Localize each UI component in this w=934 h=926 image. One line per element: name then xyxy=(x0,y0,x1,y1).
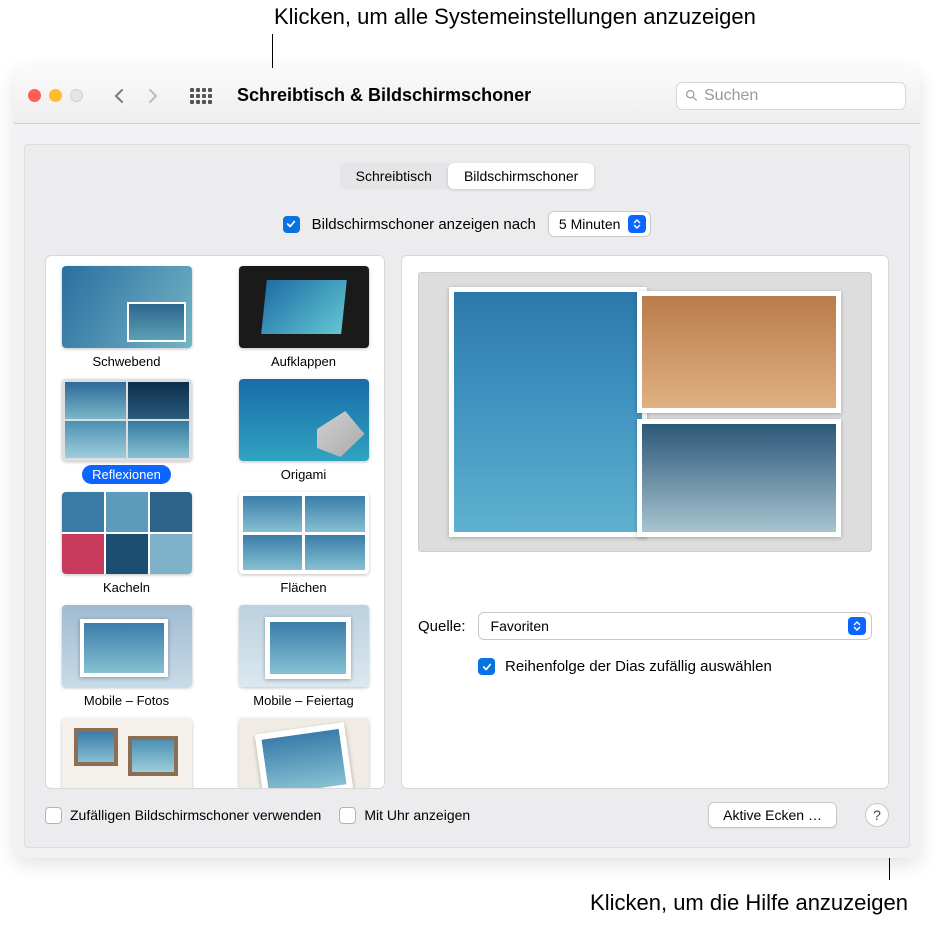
check-icon xyxy=(482,662,492,672)
nav-buttons xyxy=(105,80,167,112)
show-after-value: 5 Minuten xyxy=(559,216,620,232)
window-traffic-lights xyxy=(28,89,83,102)
random-saver-label: Zufälligen Bildschirmschoner verwenden xyxy=(70,807,321,823)
screensaver-list[interactable]: Schwebend Aufklappen Reflexionen Origami xyxy=(45,255,385,789)
screensaver-preview[interactable] xyxy=(418,272,872,552)
thumb-art xyxy=(239,266,369,348)
preview-photo xyxy=(449,287,647,537)
source-row: Quelle: Favoriten xyxy=(418,612,872,640)
tab-screensaver[interactable]: Bildschirmschoner xyxy=(448,163,594,189)
titlebar: Schreibtisch & Bildschirmschoner Suchen xyxy=(14,68,920,124)
thumb-label: Reflexionen xyxy=(82,465,171,484)
screensaver-item-reflexionen[interactable]: Reflexionen xyxy=(54,379,199,484)
body: Schwebend Aufklappen Reflexionen Origami xyxy=(45,255,889,789)
thumb-label: Aufklappen xyxy=(261,352,346,371)
screensaver-item-mobile-feiertag[interactable]: Mobile – Feiertag xyxy=(231,605,376,710)
random-order-label: Reihenfolge der Dias zufällig auswählen xyxy=(505,658,772,675)
screensaver-item-flaechen[interactable]: Flächen xyxy=(231,492,376,597)
close-button[interactable] xyxy=(28,89,41,102)
show-after-label: Bildschirmschoner anzeigen nach xyxy=(312,216,536,233)
callout-top: Klicken, um alle Systemeinstellungen anz… xyxy=(274,4,756,30)
screensaver-item-aufklappen[interactable]: Aufklappen xyxy=(231,266,376,371)
zoom-button[interactable] xyxy=(70,89,83,102)
preview-panel: Quelle: Favoriten Reihenfolge der Dias z… xyxy=(401,255,889,789)
tab-desktop[interactable]: Schreibtisch xyxy=(340,163,448,189)
thumb-label: Mobile – Feiertag xyxy=(243,691,363,710)
check-icon xyxy=(286,219,296,229)
thumb-art xyxy=(62,492,192,574)
thumb-art xyxy=(239,379,369,461)
screensaver-item-kacheln[interactable]: Kacheln xyxy=(54,492,199,597)
source-value: Favoriten xyxy=(491,618,549,634)
search-placeholder: Suchen xyxy=(704,87,758,105)
thumb-art xyxy=(62,718,192,789)
preview-photo xyxy=(637,291,841,413)
random-order-checkbox[interactable] xyxy=(478,658,495,675)
show-after-checkbox[interactable] xyxy=(283,216,300,233)
callout-bottom: Klicken, um die Hilfe anzuzeigen xyxy=(590,890,908,916)
help-button[interactable]: ? xyxy=(865,803,889,827)
content-area: Schreibtisch Bildschirmschoner Bildschir… xyxy=(14,144,920,858)
thumb-art xyxy=(62,266,192,348)
thumb-art xyxy=(239,492,369,574)
show-after-popup[interactable]: 5 Minuten xyxy=(548,211,651,237)
with-clock-option: Mit Uhr anzeigen xyxy=(339,807,470,824)
thumb-art xyxy=(239,605,369,687)
random-order-row: Reihenfolge der Dias zufällig auswählen xyxy=(478,658,872,675)
thumb-art xyxy=(239,718,369,789)
thumb-art xyxy=(62,379,192,461)
with-clock-label: Mit Uhr anzeigen xyxy=(364,807,470,823)
screensaver-item-fotowand[interactable]: Fotowand xyxy=(54,718,199,789)
screensaver-item-mobile-fotos[interactable]: Mobile – Fotos xyxy=(54,605,199,710)
thumb-label: Kacheln xyxy=(93,578,160,597)
thumb-label: Schwebend xyxy=(83,352,171,371)
popup-arrows-icon xyxy=(848,617,866,635)
show-after-row: Bildschirmschoner anzeigen nach 5 Minute… xyxy=(25,211,909,237)
back-button[interactable] xyxy=(105,80,133,112)
screensaver-item-schwebend[interactable]: Schwebend xyxy=(54,266,199,371)
preferences-window: Schreibtisch & Bildschirmschoner Suchen … xyxy=(14,68,920,858)
show-all-button[interactable] xyxy=(185,80,217,112)
footer: Zufälligen Bildschirmschoner verwenden M… xyxy=(45,797,889,833)
search-field[interactable]: Suchen xyxy=(676,82,906,110)
grid-icon xyxy=(190,88,212,104)
thumb-art xyxy=(62,605,192,687)
hot-corners-button[interactable]: Aktive Ecken … xyxy=(708,802,837,828)
preview-photo xyxy=(637,419,841,537)
tab-segmented-control: Schreibtisch Bildschirmschoner xyxy=(25,163,909,189)
inner-panel: Schreibtisch Bildschirmschoner Bildschir… xyxy=(24,144,910,848)
search-icon xyxy=(685,89,698,102)
random-saver-checkbox[interactable] xyxy=(45,807,62,824)
source-popup[interactable]: Favoriten xyxy=(478,612,872,640)
popup-arrows-icon xyxy=(628,215,646,233)
thumb-label: Flächen xyxy=(270,578,336,597)
screensaver-item-altmodisch[interactable]: Altmodisch xyxy=(231,718,376,789)
forward-button[interactable] xyxy=(139,80,167,112)
thumb-label: Origami xyxy=(271,465,337,484)
minimize-button[interactable] xyxy=(49,89,62,102)
source-label: Quelle: xyxy=(418,618,466,635)
with-clock-checkbox[interactable] xyxy=(339,807,356,824)
screensaver-item-origami[interactable]: Origami xyxy=(231,379,376,484)
window-title: Schreibtisch & Bildschirmschoner xyxy=(237,85,531,106)
random-saver-option: Zufälligen Bildschirmschoner verwenden xyxy=(45,807,321,824)
thumb-label: Mobile – Fotos xyxy=(74,691,179,710)
